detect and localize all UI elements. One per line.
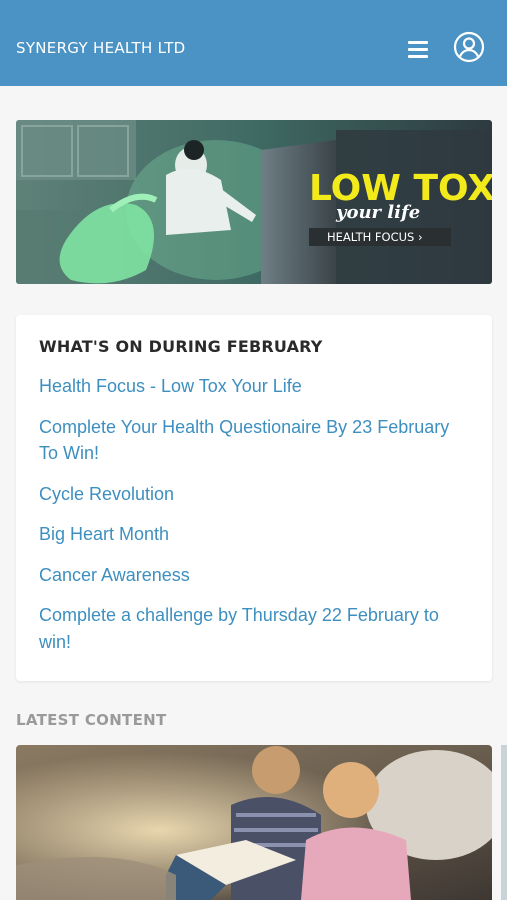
list-item: Complete a challenge by Thursday 22 Febr… xyxy=(39,602,469,655)
whats-on-list: Health Focus - Low Tox Your Life Complet… xyxy=(39,373,469,669)
event-link[interactable]: Cancer Awareness xyxy=(39,562,469,589)
event-link[interactable]: Health Focus - Low Tox Your Life xyxy=(39,373,469,400)
whats-on-heading: WHAT'S ON DURING FEBRUARY xyxy=(39,337,323,356)
hamburger-menu-icon[interactable] xyxy=(408,41,430,61)
banner-cta: HEALTH FOCUS › xyxy=(327,230,423,244)
app-header: SYNERGY HEALTH LTD xyxy=(0,0,507,86)
event-link[interactable]: Big Heart Month xyxy=(39,521,469,548)
event-link[interactable]: Complete a challenge by Thursday 22 Febr… xyxy=(39,602,469,655)
health-focus-banner[interactable]: LOW TOX your life HEALTH FOCUS › xyxy=(16,120,492,284)
brand-name[interactable]: SYNERGY HEALTH LTD xyxy=(16,39,186,57)
list-item: Cancer Awareness xyxy=(39,562,469,589)
list-item: Cycle Revolution xyxy=(39,481,469,508)
event-link[interactable]: Complete Your Health Questionaire By 23 … xyxy=(39,414,469,467)
list-item: Complete Your Health Questionaire By 23 … xyxy=(39,414,469,467)
list-item: Big Heart Month xyxy=(39,521,469,548)
latest-content-card[interactable] xyxy=(16,745,492,900)
latest-content-heading: LATEST CONTENT xyxy=(16,711,167,729)
list-item: Health Focus - Low Tox Your Life xyxy=(39,373,469,400)
content-thumbnail-image xyxy=(16,745,492,900)
user-circle-icon[interactable] xyxy=(453,31,485,63)
whats-on-card: WHAT'S ON DURING FEBRUARY Health Focus -… xyxy=(16,315,492,681)
event-link[interactable]: Cycle Revolution xyxy=(39,481,469,508)
banner-image: LOW TOX your life HEALTH FOCUS › xyxy=(16,120,492,284)
banner-subtitle: your life xyxy=(335,202,420,223)
next-content-card-peek[interactable] xyxy=(501,745,507,900)
